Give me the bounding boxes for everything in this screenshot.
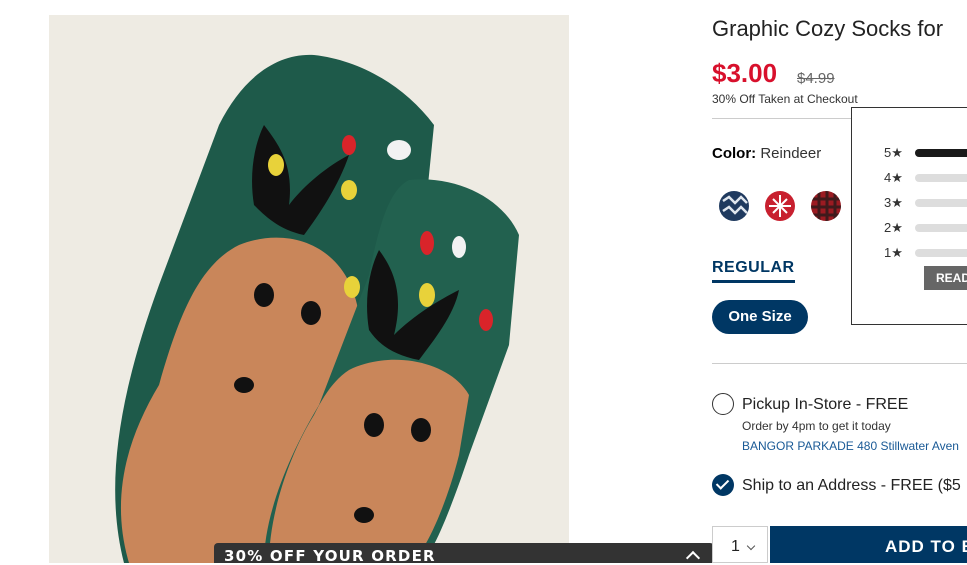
ship-radio[interactable]	[712, 474, 734, 496]
discount-note: 30% Off Taken at Checkout	[712, 92, 858, 106]
rating-bar	[915, 199, 967, 207]
rating-row-4[interactable]: 4★	[884, 170, 967, 186]
size-one-size-button[interactable]: One Size	[712, 300, 808, 334]
promo-text: 30% OFF YOUR ORDER	[224, 547, 436, 565]
divider	[712, 363, 967, 364]
product-title: Graphic Cozy Socks for	[712, 16, 944, 41]
rating-row-3[interactable]: 3★	[884, 195, 967, 211]
chevron-down-icon	[746, 541, 756, 551]
color-swatch-navy-pattern[interactable]	[719, 191, 749, 221]
rating-fill	[915, 149, 967, 157]
rating-bar	[915, 174, 967, 182]
rating-star-label: 3★	[884, 195, 903, 210]
pickup-label[interactable]: Pickup In-Store - FREE	[742, 396, 908, 414]
quantity-select[interactable]: 1	[712, 526, 768, 563]
rating-bar	[915, 249, 967, 257]
read-reviews-button[interactable]: READ	[924, 266, 967, 290]
color-value: Reindeer	[760, 145, 822, 162]
promo-bar[interactable]: 30% OFF YOUR ORDER	[214, 543, 714, 565]
rating-row-5[interactable]: 5★	[884, 145, 967, 161]
add-to-bag-button[interactable]: ADD TO B	[770, 526, 967, 563]
pickup-sub: Order by 4pm to get it today	[742, 419, 891, 433]
color-label: Color:	[712, 145, 757, 162]
rating-row-1[interactable]: 1★	[884, 245, 967, 261]
color-swatch-red-plaid[interactable]	[811, 191, 841, 221]
reindeer-socks-illustration	[115, 54, 519, 563]
pickup-radio[interactable]	[712, 393, 734, 415]
rating-bar	[915, 149, 967, 157]
ship-label[interactable]: Ship to an Address - FREE ($5	[742, 477, 961, 495]
rating-bar	[915, 224, 967, 232]
rating-star-label: 2★	[884, 220, 903, 235]
color-selection: Color: Reindeer	[712, 145, 821, 162]
rating-star-label: 5★	[884, 145, 903, 160]
ratings-popup: 5★ 4★ 3★ 2★ 1★ READ	[851, 107, 967, 325]
rating-star-label: 4★	[884, 170, 903, 185]
color-swatch-red-white-pattern[interactable]	[765, 191, 795, 221]
rating-star-label: 1★	[884, 245, 903, 260]
tab-regular[interactable]: REGULAR	[712, 259, 795, 283]
sale-price: $3.00	[712, 58, 778, 88]
product-image[interactable]	[49, 15, 569, 563]
rating-row-2[interactable]: 2★	[884, 220, 967, 236]
store-link[interactable]: BANGOR PARKADE 480 Stillwater Aven	[742, 439, 959, 453]
original-price: $4.99	[797, 70, 835, 87]
quantity-value: 1	[731, 538, 740, 555]
